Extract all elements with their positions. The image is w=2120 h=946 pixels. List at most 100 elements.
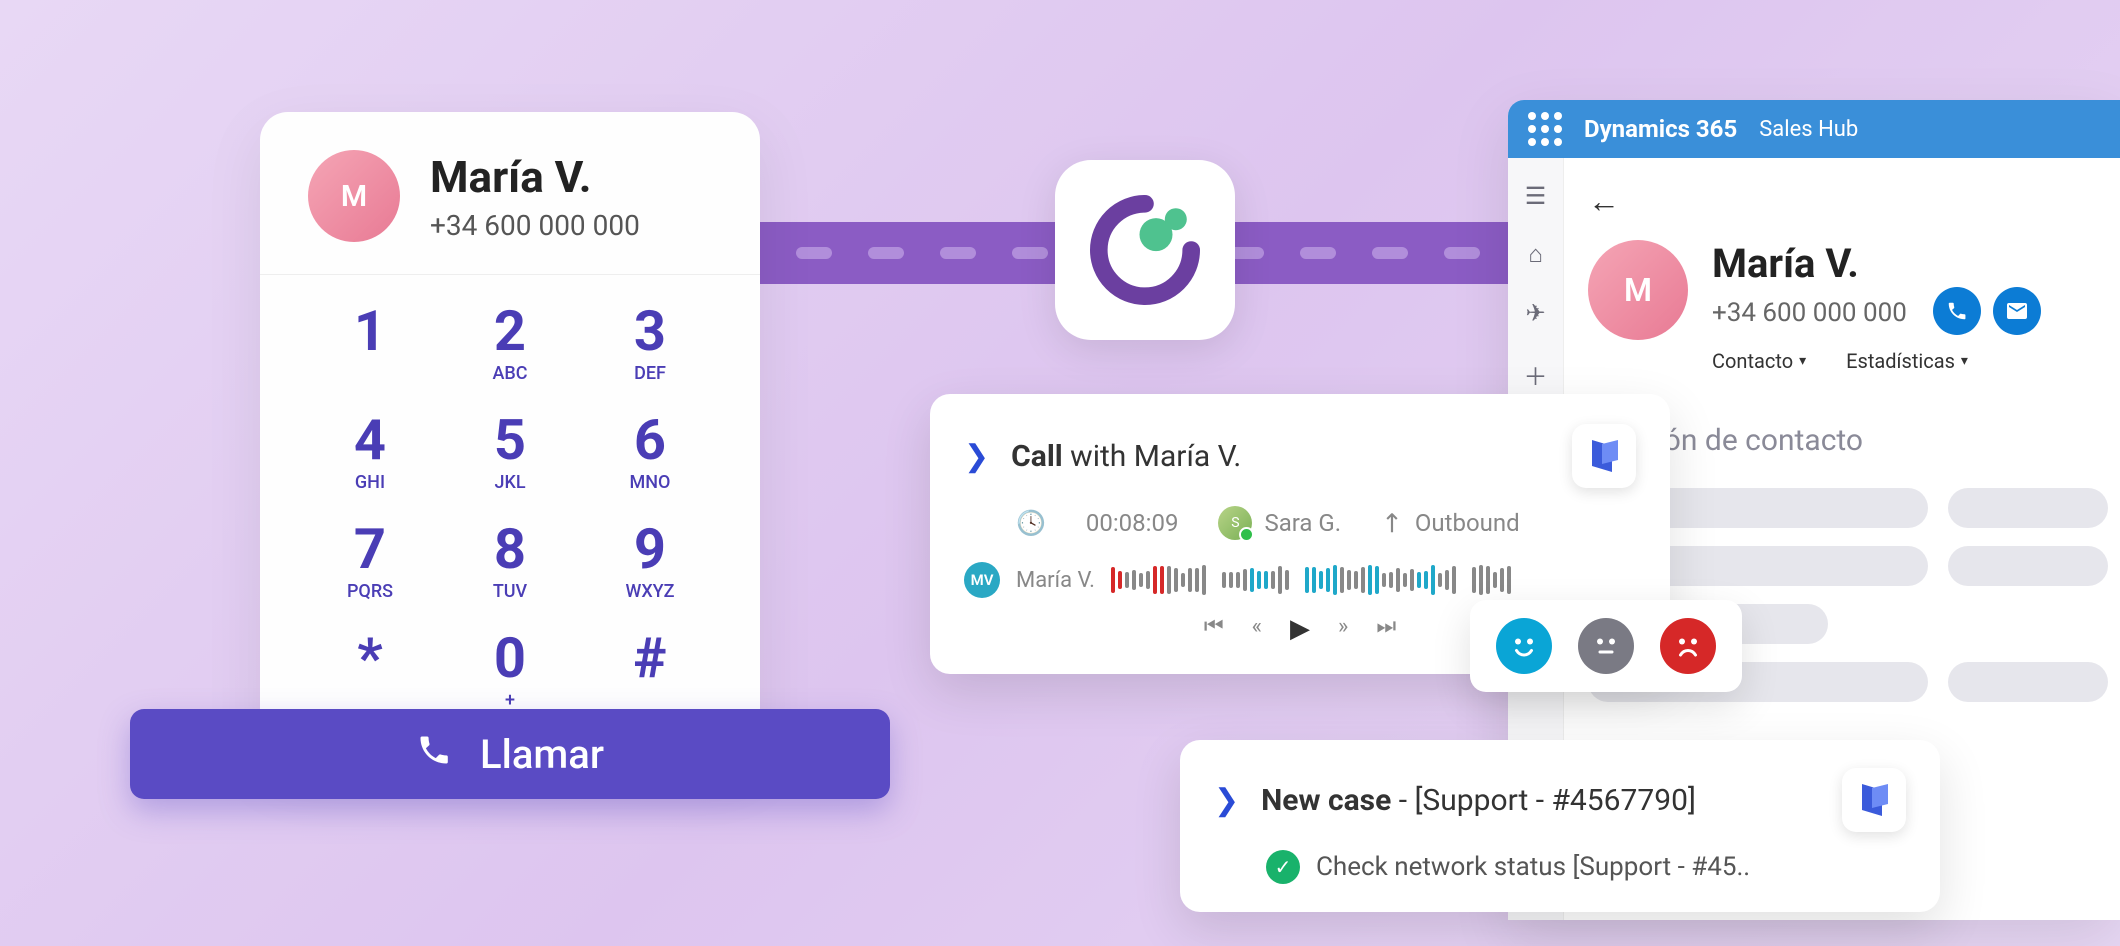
clock-icon: 🕓 <box>1016 509 1046 537</box>
forward-button[interactable]: » <box>1338 614 1348 644</box>
keypad-key-8[interactable]: 8 TUV <box>440 513 580 610</box>
area-name: Sales Hub <box>1759 117 1858 142</box>
email-action-button[interactable] <box>1993 287 2041 335</box>
keypad-key-6[interactable]: 6 MNO <box>580 404 720 501</box>
chevron-down-icon: ▾ <box>1961 353 1968 369</box>
product-name: Dynamics 365 <box>1584 115 1737 143</box>
call-direction: Outbound <box>1415 509 1520 537</box>
tab-contacto[interactable]: Contacto ▾ <box>1712 349 1806 373</box>
tab-estadisticas[interactable]: Estadísticas ▾ <box>1846 349 1968 373</box>
skeleton-line <box>1948 546 2108 586</box>
keypad-key-1[interactable]: 1 <box>300 295 440 392</box>
key-digit: 4 <box>300 412 440 468</box>
key-digit: # <box>580 630 720 686</box>
dynamics-titlebar: Dynamics 365 Sales Hub <box>1508 100 2120 158</box>
sentiment-sad-button[interactable] <box>1660 618 1716 674</box>
integration-logo-icon <box>1090 195 1200 305</box>
play-button[interactable]: ▶ <box>1290 614 1310 644</box>
agent-avatar: S <box>1218 506 1252 540</box>
keypad-key-0[interactable]: 0+ <box>440 622 580 719</box>
key-digit: 2 <box>440 303 580 359</box>
rewind-button[interactable]: « <box>1252 614 1262 644</box>
key-digit: 0 <box>440 630 580 686</box>
keypad-key-4[interactable]: 4 GHI <box>300 404 440 501</box>
keypad-key-5[interactable]: 5 JKL <box>440 404 580 501</box>
phone-icon <box>416 731 452 778</box>
key-digit: 1 <box>300 303 440 359</box>
integration-logo <box>1055 160 1235 340</box>
keypad-key-*[interactable]: * <box>300 622 440 719</box>
check-icon: ✓ <box>1266 850 1300 884</box>
audio-waveform[interactable] <box>1111 563 1636 597</box>
connector-dash <box>1444 247 1480 259</box>
keypad-key-9[interactable]: 9 WXYZ <box>580 513 720 610</box>
key-letters: JKL <box>440 472 580 493</box>
contact-name: María V. <box>430 151 640 203</box>
case-subtitle: Check network status [Support - #45.. <box>1316 852 1750 882</box>
key-letters: PQRS <box>300 581 440 602</box>
contact-phone: +34 600 000 000 <box>1712 298 1907 328</box>
connector-dash <box>940 247 976 259</box>
key-digit: 6 <box>580 412 720 468</box>
key-digit: * <box>300 630 440 686</box>
call-button[interactable]: Llamar <box>130 709 890 799</box>
connector-dash <box>868 247 904 259</box>
call-action-button[interactable] <box>1933 287 1981 335</box>
outbound-arrow-icon: ↗ <box>1374 505 1411 542</box>
keypad-key-#[interactable]: # <box>580 622 720 719</box>
key-letters: GHI <box>300 472 440 493</box>
rocket-icon[interactable]: ✈ <box>1525 299 1545 327</box>
dynamics-app-badge <box>1842 768 1906 832</box>
skeleton-line <box>1948 662 2108 702</box>
connector-dash <box>1372 247 1408 259</box>
dialer-header: M María V. +34 600 000 000 <box>260 112 760 275</box>
key-digit: 7 <box>300 521 440 577</box>
key-letters: MNO <box>580 472 720 493</box>
key-letters: TUV <box>440 581 580 602</box>
key-letters: WXYZ <box>580 581 720 602</box>
case-title: New case - [Support - #4567790] <box>1261 783 1696 818</box>
keypad-key-7[interactable]: 7 PQRS <box>300 513 440 610</box>
expand-chevron-icon[interactable]: ❯ <box>1214 783 1239 818</box>
key-digit: 5 <box>440 412 580 468</box>
dialer-panel: M María V. +34 600 000 000 1 2 ABC3 DEF 4 GH… <box>260 112 760 759</box>
expand-chevron-icon[interactable]: ❯ <box>964 439 989 474</box>
contact-avatar: M <box>308 150 400 242</box>
key-digit: 9 <box>580 521 720 577</box>
call-button-label: Llamar <box>480 731 604 778</box>
connector-dash <box>1012 247 1048 259</box>
call-duration: 00:08:09 <box>1086 509 1179 537</box>
keypad-key-3[interactable]: 3 DEF <box>580 295 720 392</box>
key-letters: ABC <box>440 363 580 384</box>
skip-back-button[interactable]: ⏮ <box>1204 614 1224 644</box>
contact-phone: +34 600 000 000 <box>430 209 640 242</box>
skip-forward-button[interactable]: ⏭ <box>1376 614 1396 644</box>
agent-name: Sara G. <box>1264 509 1341 537</box>
call-title: Call with María V. <box>1011 439 1241 474</box>
contact-header: M María V. +34 600 000 000 <box>1588 240 2120 373</box>
app-launcher-icon[interactable] <box>1528 112 1562 146</box>
home-icon[interactable]: ⌂ <box>1528 240 1543 269</box>
dynamics-app-badge <box>1572 424 1636 488</box>
plus-icon[interactable]: ＋ <box>1524 357 1548 392</box>
sentiment-neutral-button[interactable] <box>1578 618 1634 674</box>
sentiment-happy-button[interactable] <box>1496 618 1552 674</box>
keypad: 1 2ABC3DEF4GHI5JKL6MNO7PQRS8TUV9WXYZ* 0+… <box>260 275 760 729</box>
menu-icon[interactable]: ☰ <box>1525 182 1547 210</box>
sentiment-picker <box>1470 600 1742 692</box>
key-letters: + <box>440 690 580 711</box>
key-letters: DEF <box>580 363 720 384</box>
participant-badge: MV <box>964 562 1000 598</box>
key-digit: 8 <box>440 521 580 577</box>
keypad-key-2[interactable]: 2 ABC <box>440 295 580 392</box>
participant-name: María V. <box>1016 568 1095 593</box>
back-button[interactable]: ← <box>1588 182 2120 220</box>
key-digit: 3 <box>580 303 720 359</box>
skeleton-line <box>1948 488 2108 528</box>
chevron-down-icon: ▾ <box>1799 353 1806 369</box>
contact-avatar: M <box>1588 240 1688 340</box>
connector-dash <box>796 247 832 259</box>
contact-name: María V. <box>1712 240 2041 287</box>
case-record-card: ❯ New case - [Support - #4567790] ✓ Chec… <box>1180 740 1940 912</box>
connector-dash <box>1300 247 1336 259</box>
